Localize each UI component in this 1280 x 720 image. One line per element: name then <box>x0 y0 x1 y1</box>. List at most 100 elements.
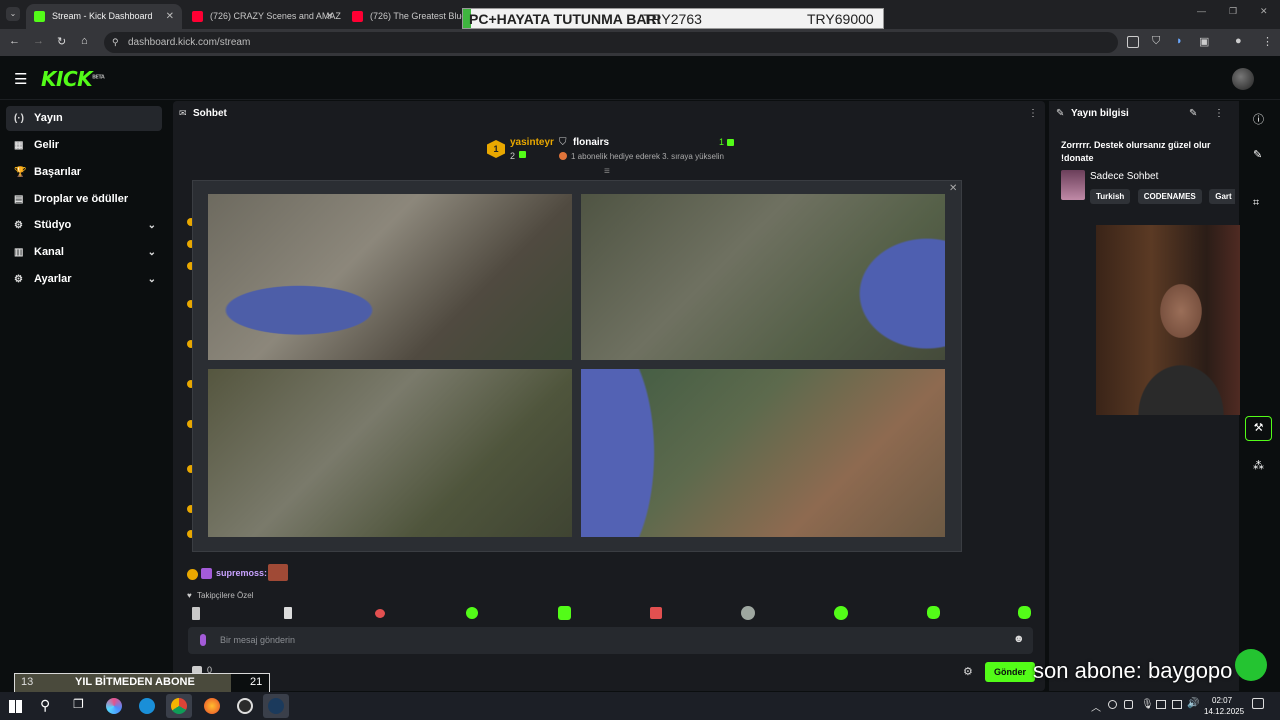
reload-icon[interactable]: ↻ <box>57 35 66 48</box>
user-avatar[interactable] <box>1232 68 1254 90</box>
emote-button[interactable] <box>650 607 662 619</box>
shield-icon[interactable]: ⛉ <box>1152 35 1160 48</box>
second-gifter-name[interactable]: flonairs <box>573 137 609 148</box>
maximize-button[interactable]: ❐ <box>1229 6 1237 17</box>
sidebar-item-label: Başarılar <box>34 166 82 178</box>
window-close-button[interactable]: ✕ <box>1260 6 1268 17</box>
emote-button[interactable] <box>375 609 385 618</box>
chat-username[interactable]: supremoss: <box>216 568 267 578</box>
emote-button[interactable] <box>1018 606 1031 619</box>
tools-button[interactable]: ⚒ <box>1245 416 1272 441</box>
network-icon[interactable] <box>1156 700 1166 709</box>
volume-icon[interactable]: 🔊 <box>1187 698 1199 709</box>
tray-chevron-icon[interactable]: ︿ <box>1091 699 1101 714</box>
tag-badge[interactable]: Gart <box>1209 189 1235 204</box>
menu-dots-icon[interactable]: ⋮ <box>1262 35 1273 48</box>
profile-icon[interactable]: ● <box>1235 35 1242 47</box>
sidebar-item-label: Droplar ve ödüller <box>34 193 129 205</box>
crop-icon[interactable]: ⌗ <box>1253 197 1259 210</box>
close-icon[interactable]: ✕ <box>949 183 957 194</box>
edge-icon[interactable] <box>139 698 155 714</box>
back-icon[interactable]: ← <box>9 35 20 47</box>
chat-bubble-icon: ✉ <box>179 108 187 118</box>
firefox-icon[interactable] <box>204 698 220 714</box>
sidebar-item-basarilar[interactable]: 🏆 Başarılar <box>6 160 162 185</box>
info-icon[interactable]: ⓘ <box>1253 111 1264 127</box>
emote-button[interactable] <box>558 606 571 620</box>
heart-icon: ♥ <box>187 591 192 600</box>
mic-icon[interactable] <box>200 634 206 646</box>
sub-goal-current: 13 <box>21 676 34 688</box>
close-icon[interactable]: ✕ <box>166 4 174 29</box>
chevron-down-icon[interactable]: ⌄ <box>148 240 156 265</box>
extension-icon[interactable] <box>1127 36 1139 48</box>
sidebar-item-yayin[interactable]: (·) Yayın <box>6 106 162 131</box>
sidebar-item-ayarlar[interactable]: ⚙ Ayarlar ⌄ <box>6 267 162 292</box>
forward-icon[interactable]: → <box>33 35 44 47</box>
sidebar-item-gelir[interactable]: ▦ Gelir <box>6 133 162 158</box>
sidebar-item-label: Gelir <box>34 139 60 151</box>
display-icon[interactable] <box>1172 700 1182 709</box>
edit-icon[interactable]: ✎ <box>1189 108 1197 119</box>
hamburger-menu-icon[interactable]: ☰ <box>14 70 27 88</box>
tab-title: (726) The Greatest Blues Ba <box>370 11 462 21</box>
sidebar-item-label: Stüdyo <box>34 219 72 231</box>
obs-icon[interactable] <box>237 698 253 714</box>
chat-menu-icon[interactable]: ⋮ <box>1028 108 1038 119</box>
chrome-icon[interactable] <box>171 698 187 714</box>
home-icon[interactable]: ⌂ <box>81 35 88 47</box>
chat-badge-dot <box>187 569 198 580</box>
right-rail <box>1240 100 1280 692</box>
top-gifter-name[interactable]: yasinteyr <box>510 137 554 148</box>
tab-youtube-1[interactable]: (726) CRAZY Scenes and AMAZ ✕ <box>184 4 342 29</box>
emoji-picker-icon[interactable]: ☻ <box>1013 633 1025 645</box>
tab-search-icon[interactable]: ⌄ <box>6 7 20 21</box>
emote-button[interactable] <box>834 606 848 620</box>
tray-app-icon[interactable] <box>1124 700 1133 709</box>
task-view-icon[interactable]: ❐ <box>73 697 84 711</box>
site-info-icon[interactable]: ⚲ <box>112 32 119 53</box>
emote-button[interactable] <box>192 607 200 620</box>
puzzle-icon[interactable]: ▣ <box>1199 35 1209 48</box>
tag-badge[interactable]: Turkish <box>1090 189 1131 204</box>
chat-settings-icon[interactable]: ⚙ <box>963 665 973 678</box>
trophy-icon: 🏆 <box>14 167 27 178</box>
kick-logo[interactable]: KICKBETA <box>41 67 105 91</box>
chevron-down-icon[interactable]: ⌄ <box>148 267 156 292</box>
sidebar-item-studyo[interactable]: ⚙ Stüdyo ⌄ <box>6 213 162 238</box>
search-icon[interactable]: ⚲ <box>40 697 50 714</box>
mic-tray-icon[interactable]: 🎙 <box>1141 699 1154 710</box>
copilot-icon[interactable] <box>106 698 122 714</box>
notifications-icon[interactable] <box>1252 698 1264 709</box>
category-name[interactable]: Sadece Sohbet <box>1090 171 1158 182</box>
translate-icon[interactable]: ◗ <box>1176 35 1183 47</box>
tag-badge[interactable]: CODENAMES <box>1137 189 1202 204</box>
steam-icon[interactable] <box>268 698 284 714</box>
video-overlay-window[interactable]: ✕ <box>192 180 962 552</box>
address-bar[interactable]: ⚲ dashboard.kick.com/stream <box>104 32 1118 53</box>
chevron-down-icon[interactable]: ⌄ <box>148 213 156 238</box>
tray-app-icon[interactable] <box>1108 700 1117 709</box>
emote-button[interactable] <box>927 606 940 619</box>
youtube-favicon-icon <box>352 11 363 22</box>
emote-button[interactable] <box>466 607 478 619</box>
chat-input[interactable]: Bir mesaj gönderin ☻ <box>188 627 1033 654</box>
tab-youtube-2[interactable]: (726) The Greatest Blues Ba <box>344 4 462 29</box>
tab-kick-dashboard[interactable]: Stream - Kick Dashboard ✕ <box>26 4 182 29</box>
sidebar-item-kanal[interactable]: ▥ Kanal ⌄ <box>6 240 162 265</box>
emote-button[interactable] <box>741 606 755 620</box>
send-button[interactable]: Gönder <box>985 662 1035 682</box>
clock-time[interactable]: 02:07 <box>1212 696 1232 705</box>
close-icon[interactable]: ✕ <box>326 4 334 29</box>
minimize-button[interactable]: — <box>1197 6 1206 16</box>
connections-icon[interactable]: ⁂ <box>1253 459 1264 472</box>
menu-dots-icon[interactable]: ⋮ <box>1214 108 1224 119</box>
drag-handle-icon[interactable]: ≡ <box>604 166 610 177</box>
donation-goal-banner: PC+HAYATA TUTUNMA BARI TRY2763 TRY69000 <box>462 8 884 29</box>
sidebar-item-droplar[interactable]: ▤ Droplar ve ödüller <box>6 187 162 212</box>
emote-button[interactable] <box>284 607 292 619</box>
pen-icon[interactable]: ✎ <box>1253 148 1262 161</box>
app-header <box>0 56 1280 100</box>
windows-start-icon[interactable] <box>9 700 22 713</box>
clock-date[interactable]: 14.12.2025 <box>1204 707 1244 716</box>
